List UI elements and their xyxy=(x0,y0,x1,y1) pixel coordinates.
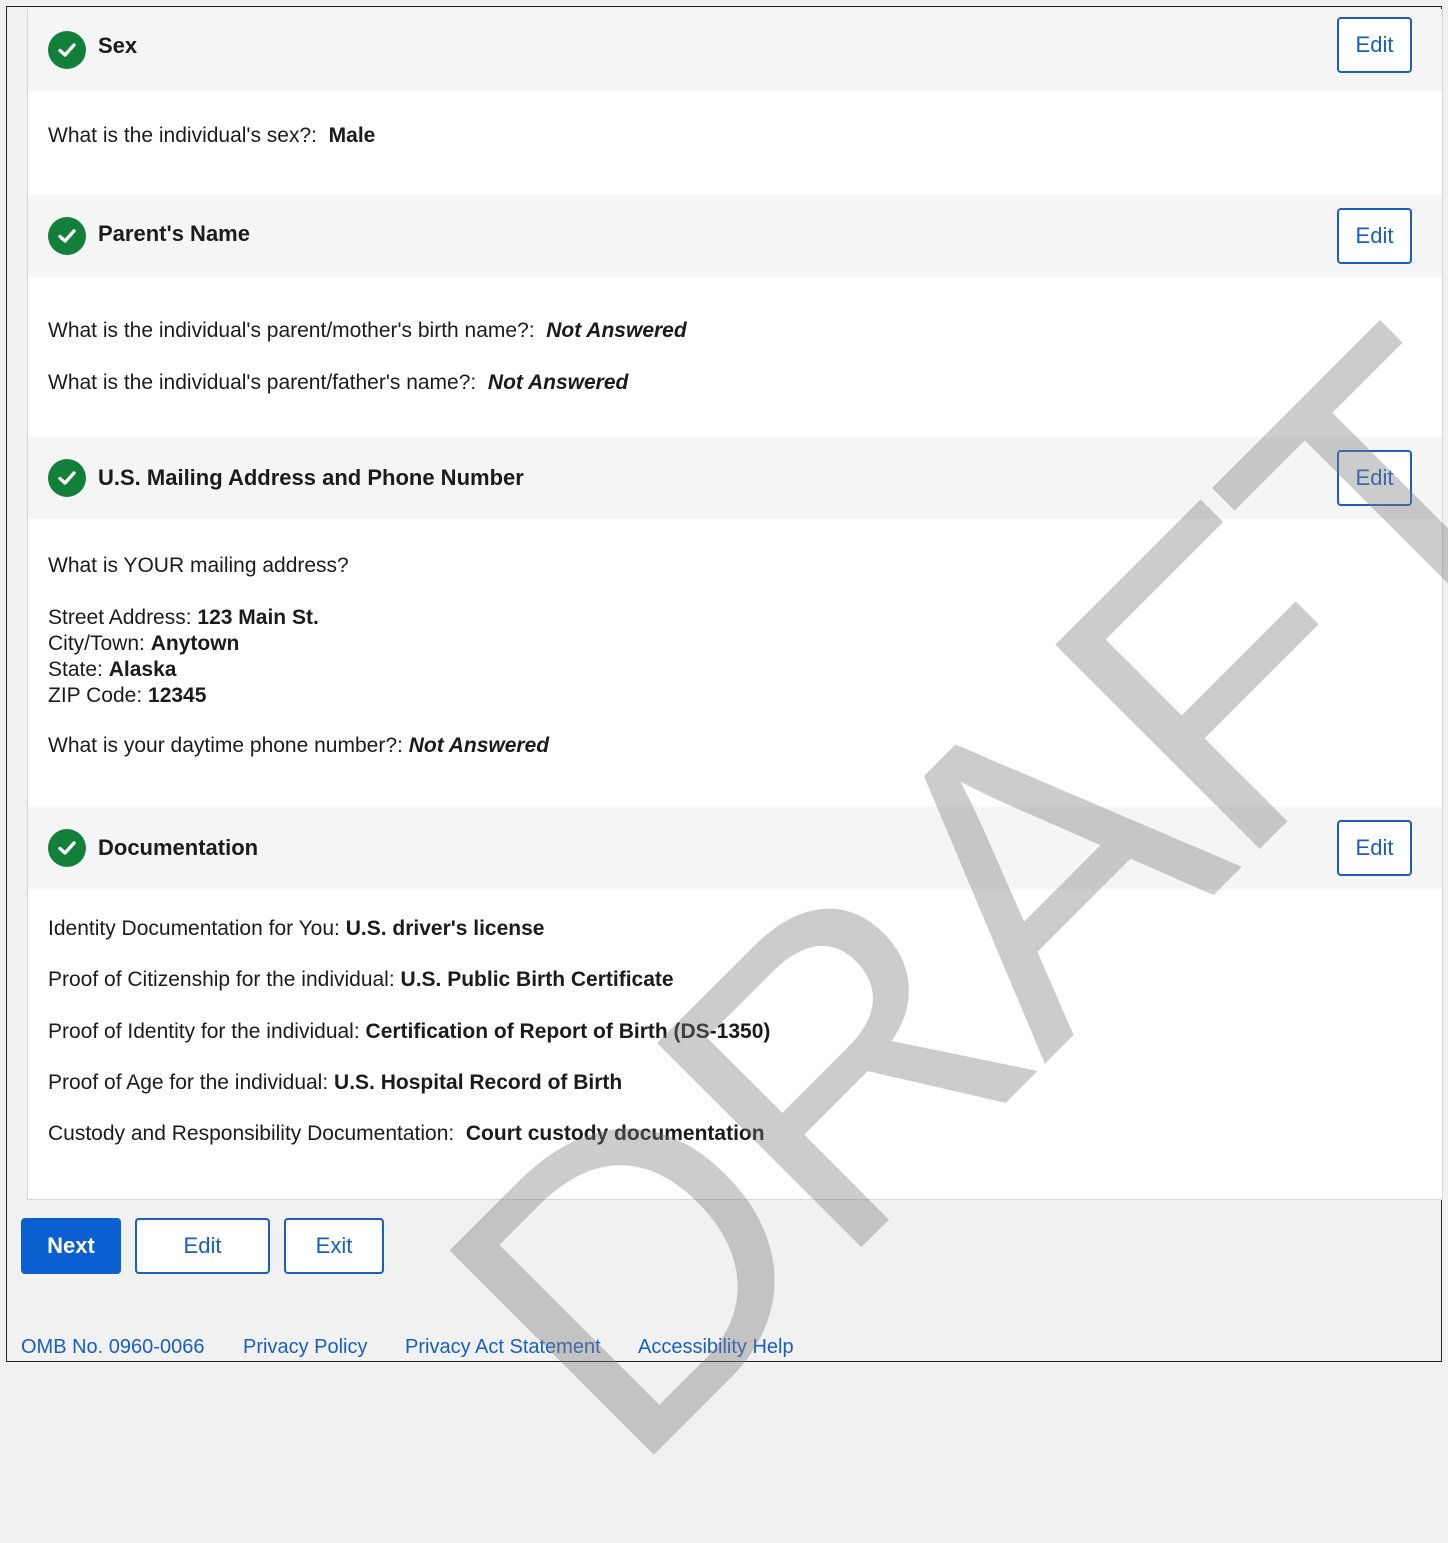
question-label: Custody and Responsibility Documentation… xyxy=(48,1122,455,1145)
answer-value: Male xyxy=(328,124,376,147)
edit-button[interactable]: Edit xyxy=(135,1218,270,1274)
address-block: Street Address: 123 Main St. City/Town: … xyxy=(48,605,319,709)
section-header-mailing-address: U.S. Mailing Address and Phone Number Ed… xyxy=(28,437,1442,519)
answer-value: Not Answered xyxy=(487,371,629,394)
answer-line: Identity Documentation for You: U.S. dri… xyxy=(48,916,544,942)
page-frame: Sex Edit What is the individual's sex?: … xyxy=(6,6,1443,1362)
field-label: State: xyxy=(48,658,103,681)
field-value: 12345 xyxy=(148,684,207,707)
answer-line: Custody and Responsibility Documentation… xyxy=(48,1121,765,1147)
answer-value: Not Answered xyxy=(546,319,687,342)
check-circle-icon xyxy=(48,31,86,69)
edit-sex-button[interactable]: Edit xyxy=(1337,17,1412,73)
edit-documentation-button[interactable]: Edit xyxy=(1337,820,1412,876)
answer-value: U.S. Public Birth Certificate xyxy=(400,968,674,991)
answer-value: Not Answered xyxy=(408,734,550,757)
field-value: 123 Main St. xyxy=(197,606,319,629)
answer-line: What is the individual's sex?: Male xyxy=(48,123,375,149)
exit-button[interactable]: Exit xyxy=(284,1218,384,1274)
check-circle-icon xyxy=(48,829,86,867)
check-circle-icon xyxy=(48,459,86,497)
field-value: Anytown xyxy=(150,632,240,655)
answer-value: U.S. driver's license xyxy=(345,917,545,940)
section-title: U.S. Mailing Address and Phone Number xyxy=(98,465,524,490)
address-street: Street Address: 123 Main St. xyxy=(48,605,319,631)
answer-value: Court custody documentation xyxy=(465,1122,765,1145)
address-city: City/Town: Anytown xyxy=(48,631,319,657)
review-card: Sex Edit What is the individual's sex?: … xyxy=(27,9,1443,1200)
check-circle-icon xyxy=(48,217,86,255)
question-label: Proof of Identity for the individual: xyxy=(48,1020,360,1043)
section-header-parents-name: Parent's Name Edit xyxy=(28,195,1442,277)
section-title: Sex xyxy=(98,33,138,58)
answer-value: Certification of Report of Birth (DS-135… xyxy=(365,1020,771,1043)
privacy-act-statement-link[interactable]: Privacy Act Statement xyxy=(405,1336,601,1359)
field-value: Alaska xyxy=(108,658,177,681)
accessibility-help-link[interactable]: Accessibility Help xyxy=(638,1336,794,1359)
question-label: Identity Documentation for You: xyxy=(48,917,340,940)
answer-line: What is the individual's parent/father's… xyxy=(48,370,628,396)
address-zip: ZIP Code: 12345 xyxy=(48,683,319,709)
question-label: What is the individual's parent/mother's… xyxy=(48,319,535,342)
question-label: Proof of Age for the individual: xyxy=(48,1071,329,1094)
omb-number-link[interactable]: OMB No. 0960-0066 xyxy=(21,1336,204,1359)
question-label: What is your daytime phone number?: xyxy=(48,734,403,757)
field-label: ZIP Code: xyxy=(48,684,143,707)
section-title: Parent's Name xyxy=(98,221,250,246)
answer-line: Proof of Age for the individual: U.S. Ho… xyxy=(48,1070,622,1096)
question-label: Proof of Citizenship for the individual: xyxy=(48,968,395,991)
answer-line: What is your daytime phone number?: Not … xyxy=(48,733,549,759)
field-label: City/Town: xyxy=(48,632,145,655)
privacy-policy-link[interactable]: Privacy Policy xyxy=(243,1336,367,1359)
edit-parents-name-button[interactable]: Edit xyxy=(1337,208,1412,264)
section-header-sex: Sex Edit xyxy=(28,9,1442,91)
answer-line: Proof of Citizenship for the individual:… xyxy=(48,967,674,993)
answer-line: Proof of Identity for the individual: Ce… xyxy=(48,1019,770,1045)
edit-mailing-address-button[interactable]: Edit xyxy=(1337,450,1412,506)
field-label: Street Address: xyxy=(48,606,192,629)
section-title: Documentation xyxy=(98,835,259,860)
question-label: What is the individual's parent/father's… xyxy=(48,371,477,394)
address-question: What is YOUR mailing address? xyxy=(48,554,349,577)
answer-value: U.S. Hospital Record of Birth xyxy=(334,1071,623,1094)
answer-line: What is the individual's parent/mother's… xyxy=(48,318,687,344)
next-button[interactable]: Next xyxy=(21,1218,121,1274)
question-label: What is the individual's sex?: xyxy=(48,124,317,147)
address-state: State: Alaska xyxy=(48,657,319,683)
section-header-documentation: Documentation Edit xyxy=(28,807,1442,889)
